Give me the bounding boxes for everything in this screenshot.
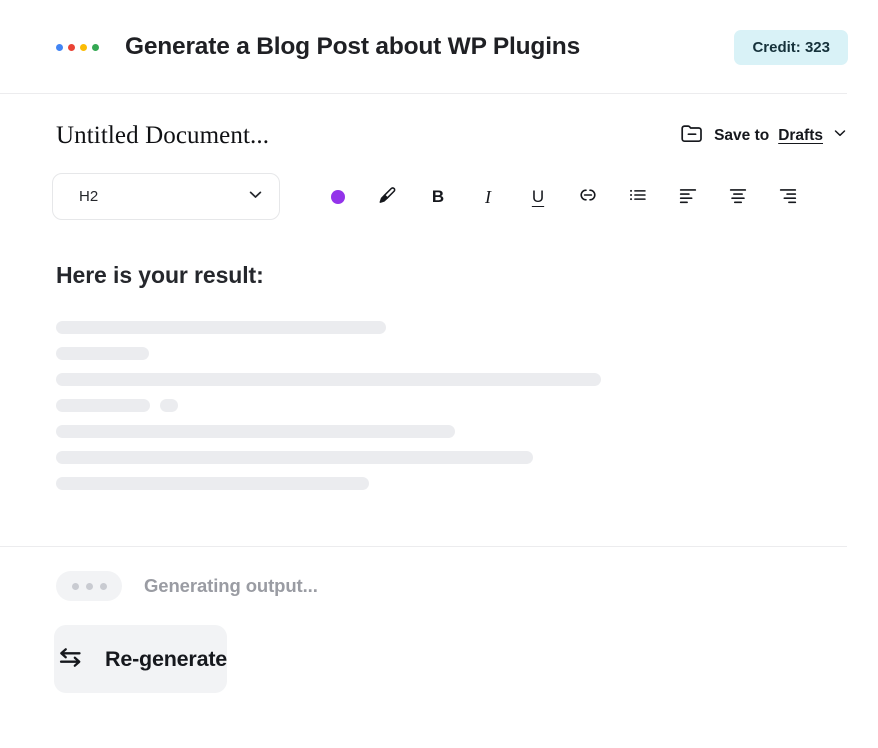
app-header: Generate a Blog Post about WP Plugins Cr… xyxy=(0,0,878,94)
italic-icon: I xyxy=(485,188,491,206)
italic-button[interactable]: I xyxy=(463,177,513,217)
chevron-down-icon[interactable] xyxy=(832,125,848,146)
skeleton-bar xyxy=(56,347,149,360)
skeleton-row xyxy=(56,321,848,334)
skeleton-bar xyxy=(56,451,533,464)
skeleton-bar xyxy=(160,399,178,412)
typing-dot-icon xyxy=(72,583,79,590)
align-center-icon xyxy=(727,184,749,209)
skeleton-row xyxy=(56,477,848,490)
swap-arrows-icon xyxy=(54,642,85,676)
skeleton-row xyxy=(56,425,848,438)
typing-dot-icon xyxy=(86,583,93,590)
text-color-swatch-icon xyxy=(331,190,345,204)
bold-button[interactable]: B xyxy=(413,177,463,217)
align-left-button[interactable] xyxy=(663,177,713,217)
skeleton-row xyxy=(56,373,848,386)
skeleton-bar xyxy=(56,399,150,412)
chevron-down-icon xyxy=(247,186,264,208)
skeleton-bar xyxy=(56,425,455,438)
logo-dot-blue-icon xyxy=(56,44,63,51)
document-bar: Untitled Document... Save to Drafts xyxy=(0,94,878,151)
credit-badge: Credit: 323 xyxy=(734,30,848,65)
typing-dot-icon xyxy=(100,583,107,590)
logo-dot-red-icon xyxy=(68,44,75,51)
app-logo xyxy=(56,44,99,51)
align-left-icon xyxy=(677,184,699,209)
regenerate-button[interactable]: Re-generate xyxy=(54,625,227,693)
block-type-value: H2 xyxy=(79,188,247,205)
editor-toolbar: H2 B xyxy=(0,151,878,220)
save-to-label: Save to xyxy=(714,127,769,145)
skeleton-bar xyxy=(56,373,601,386)
underline-icon: U xyxy=(532,188,544,205)
text-color-button[interactable] xyxy=(313,177,363,217)
content-skeleton xyxy=(56,321,848,503)
editor-body[interactable]: Here is your result: xyxy=(0,220,878,503)
formatting-tools: B I U xyxy=(313,177,813,217)
skeleton-row xyxy=(56,451,848,464)
save-to-control[interactable]: Save to Drafts xyxy=(679,120,848,151)
underline-button[interactable]: U xyxy=(513,177,563,217)
block-type-select[interactable]: H2 xyxy=(52,173,280,220)
editor-footer: Generating output... Re-generate xyxy=(0,546,878,693)
generation-status-row: Generating output... xyxy=(0,546,878,601)
bulleted-list-icon xyxy=(627,184,649,209)
page-title: Generate a Blog Post about WP Plugins xyxy=(125,33,580,61)
document-title[interactable]: Untitled Document... xyxy=(56,122,269,150)
logo-dot-green-icon xyxy=(92,44,99,51)
result-heading: Here is your result: xyxy=(56,262,848,289)
folder-minus-icon xyxy=(679,120,705,151)
link-icon xyxy=(576,183,600,210)
bulleted-list-button[interactable] xyxy=(613,177,663,217)
save-to-target[interactable]: Drafts xyxy=(778,127,823,145)
highlighter-button[interactable] xyxy=(363,177,413,217)
typing-indicator xyxy=(56,571,122,601)
status-text: Generating output... xyxy=(144,575,318,597)
align-right-button[interactable] xyxy=(763,177,813,217)
bold-icon: B xyxy=(432,188,444,205)
regenerate-label: Re-generate xyxy=(105,647,227,672)
highlighter-icon xyxy=(377,184,399,209)
align-center-button[interactable] xyxy=(713,177,763,217)
link-button[interactable] xyxy=(563,177,613,217)
skeleton-bar xyxy=(56,321,386,334)
align-right-icon xyxy=(777,184,799,209)
skeleton-row xyxy=(56,399,848,412)
skeleton-row xyxy=(56,347,848,360)
logo-dot-yellow-icon xyxy=(80,44,87,51)
app-root: Generate a Blog Post about WP Plugins Cr… xyxy=(0,0,878,748)
skeleton-bar xyxy=(56,477,369,490)
